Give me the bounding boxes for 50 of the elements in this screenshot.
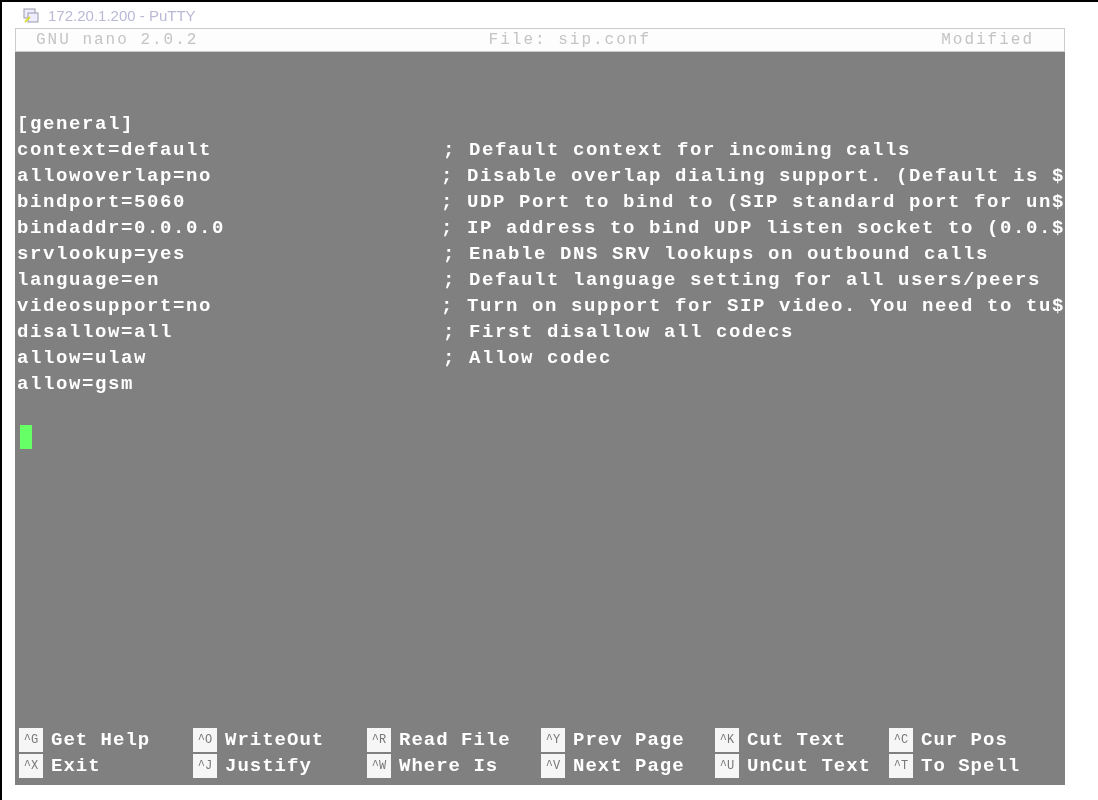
shortcut-key: ^R (367, 728, 391, 752)
config-comment: ; Default language setting for all users/peers (443, 269, 1042, 291)
config-comment: ; IP address to bind UDP listen socket to (0.0.$ (440, 217, 1065, 239)
shortcut-label: WriteOut (225, 729, 325, 751)
config-setting: context=default (17, 139, 214, 161)
shortcut-key: ^G (19, 728, 43, 752)
shortcut-label: Prev Page (573, 729, 685, 751)
config-setting: bindaddr=0.0.0.0 (17, 217, 227, 239)
config-comment: ; Enable DNS SRV lookups on outbound calls (443, 243, 990, 265)
config-comment: ; First disallow all codecs (443, 321, 795, 343)
config-comment: ; Allow codec (443, 347, 613, 369)
config-setting: allowoverlap=no (17, 165, 214, 187)
shortcut-label: UnCut Text (747, 755, 872, 777)
shortcut-label: Exit (51, 755, 101, 777)
window-title: 172.20.1.200 - PuTTY (48, 6, 196, 24)
config-setting: allow=gsm (17, 373, 136, 395)
text-cursor (20, 424, 32, 449)
config-setting: language=en (17, 269, 162, 291)
shortcut-label: Cut Text (747, 729, 847, 751)
config-comment: ; Default context for incoming calls (443, 139, 912, 161)
shortcut-label: Get Help (51, 729, 151, 751)
shortcut-key: ^J (193, 754, 217, 778)
config-comment: ; Turn on support for SIP video. You need to tu$ (440, 295, 1065, 317)
shortcut-key: ^Y (541, 728, 565, 752)
editor-version: GNU nano 2.0.2 (36, 31, 199, 49)
shortcut-label: Where Is (399, 755, 499, 777)
shortcut-key: ^U (715, 754, 739, 778)
shortcut-key: ^X (19, 754, 43, 778)
config-comment: ; UDP Port to bind to (SIP standard port for un$ (440, 191, 1065, 213)
shortcut-key: ^O (193, 728, 217, 752)
shortcut-key: ^C (889, 728, 913, 752)
shortcut-label: Next Page (573, 755, 685, 777)
shortcut-key: ^W (367, 754, 391, 778)
config-comment: ; Disable overlap dialing support. (Default is $ (440, 165, 1065, 187)
config-setting: srvlookup=yes (17, 243, 188, 265)
shortcut-label: Justify (225, 755, 312, 777)
modified-status: Modified (941, 31, 1034, 49)
shortcut-key: ^V (541, 754, 565, 778)
shortcut-label: Cur Pos (921, 729, 1008, 751)
config-setting: allow=ulaw (17, 347, 149, 369)
shortcut-key: ^T (889, 754, 913, 778)
config-setting: bindport=5060 (17, 191, 188, 213)
config-setting: disallow=all (17, 321, 175, 343)
config-setting: [general] (17, 113, 136, 135)
shortcut-label: To Spell (921, 755, 1021, 777)
terminal-icon (22, 6, 40, 24)
shortcut-key: ^K (715, 728, 739, 752)
file-name: File: sip.conf (488, 31, 651, 49)
config-setting: videosupport=no (17, 295, 214, 317)
shortcut-label: Read File (399, 729, 511, 751)
